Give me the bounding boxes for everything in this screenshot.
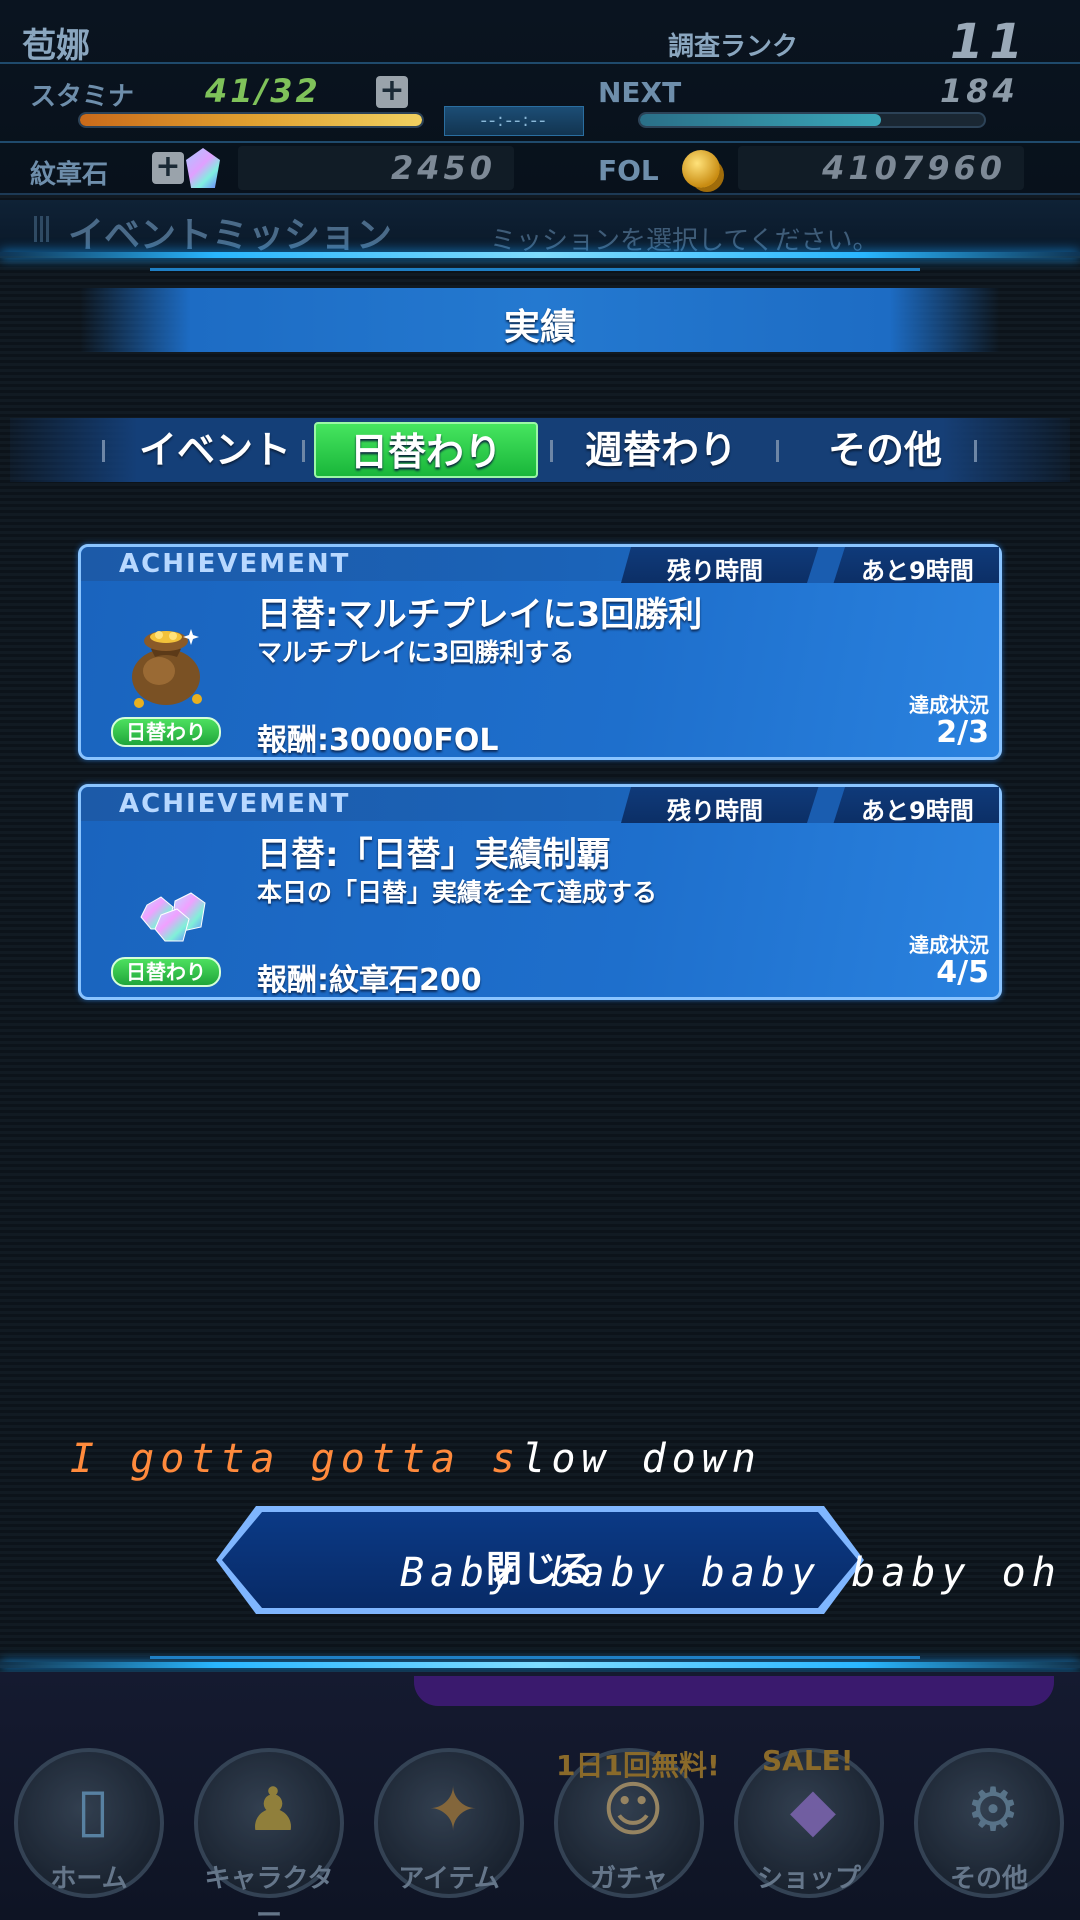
progress-value: 4/5 — [936, 955, 989, 990]
divider — [0, 1662, 1080, 1668]
divider — [0, 62, 1080, 64]
shop-gem-icon: ◆ — [789, 1775, 837, 1845]
lyric-caption: I gotta gotta slow down — [70, 1436, 762, 1482]
nav-banner — [414, 1676, 1054, 1706]
progress-label: 達成状況 — [909, 933, 989, 957]
achievement-card[interactable]: ACHIEVEMENT 残り時間 あと9時間 日替わり 日替:マルチプレイに3回… — [78, 544, 1002, 760]
nav-character[interactable]: ♟ キャラクター — [194, 1748, 344, 1920]
remaining-time-value: あと9時間 — [861, 797, 974, 825]
tab-separator — [102, 440, 105, 462]
item-bag-icon: ✦ — [427, 1775, 479, 1845]
section-title: 実績 — [503, 307, 576, 348]
home-door-icon: ▯ — [76, 1775, 110, 1845]
remaining-time-label: 残り時間 — [667, 797, 763, 825]
gold-bag-icon — [132, 629, 202, 708]
remaining-time-label: 残り時間 — [667, 557, 763, 585]
mission-title: イベントミッション — [68, 215, 393, 256]
crest-gem-icon — [186, 148, 220, 188]
crest-gem-icon — [140, 892, 206, 942]
status-header: 苞娜 調査ランク 11 スタミナ 41/32 + --:--:-- NEXT 1… — [0, 0, 1080, 195]
achievement-card[interactable]: ACHIEVEMENT 残り時間 あと9時間 日替わり 日替:「日替」実績制覇 … — [78, 784, 1002, 1000]
tab-separator — [302, 440, 305, 462]
divider — [150, 268, 920, 271]
daily-badge: 日替わり — [111, 957, 221, 987]
fol-value: 4107960 — [738, 146, 1024, 190]
mission-reward: 報酬:紋章石200 — [257, 963, 482, 998]
nav-label: キャラクター — [204, 1864, 334, 1920]
remaining-time-value: あと9時間 — [861, 557, 974, 585]
achievement-tag: ACHIEVEMENT — [119, 549, 351, 579]
nav-other[interactable]: ⚙ その他 — [914, 1748, 1064, 1898]
next-value: 184 — [940, 72, 1019, 110]
coin-icon — [682, 150, 720, 188]
tab-daily[interactable]: 日替わり — [314, 422, 538, 478]
nav-label: ホーム — [50, 1864, 128, 1894]
daily-badge: 日替わり — [111, 717, 221, 747]
stamina-timer: --:--:-- — [444, 106, 584, 136]
exp-bar-fill — [640, 114, 881, 126]
divider — [0, 141, 1080, 143]
nav-item[interactable]: ✦ アイテム — [374, 1748, 524, 1898]
nav-label: アイテム — [398, 1864, 500, 1894]
character-group-icon: ♟ — [246, 1775, 300, 1845]
stamina-bar — [78, 112, 424, 128]
mission-reward: 報酬:30000FOL — [257, 723, 499, 758]
event-mission-bar: イベントミッション ミッションを選択してください。 — [0, 200, 1080, 256]
progress-label: 達成状況 — [909, 693, 989, 717]
rank-value: 11 — [950, 14, 1029, 70]
stamina-bar-fill — [80, 114, 422, 126]
lyric-highlight: I gotta gotta s — [70, 1436, 522, 1482]
exp-bar — [638, 112, 986, 128]
nav-label: その他 — [949, 1864, 1028, 1894]
tab-separator — [776, 440, 779, 462]
rank-label: 調査ランク — [668, 32, 799, 62]
crest-value: 2450 — [238, 146, 514, 190]
progress-value: 2/3 — [936, 715, 989, 750]
crest-label: 紋章石 — [30, 160, 109, 190]
player-name: 苞娜 — [22, 26, 90, 66]
mission-description: 本日の「日替」実績を全て達成する — [257, 878, 658, 907]
lyric-rest: low down — [521, 1436, 762, 1482]
grip-icon — [34, 216, 52, 242]
fol-label: FOL — [598, 154, 659, 187]
stamina-plus-button[interactable]: + — [376, 76, 408, 108]
mission-title: 日替:マルチプレイに3回勝利 — [257, 595, 703, 635]
section-header: 実績 — [80, 288, 1000, 352]
nav-label: ガチャ — [590, 1864, 668, 1894]
tab-event[interactable]: イベント — [120, 422, 310, 478]
divider — [0, 252, 1080, 258]
divider — [150, 1656, 920, 1659]
tab-separator — [550, 440, 553, 462]
next-label: NEXT — [598, 76, 682, 109]
shop-sale-label: SALE! — [762, 1744, 854, 1777]
achievement-tag: ACHIEVEMENT — [119, 789, 351, 819]
mission-description: マルチプレイに3回勝利する — [257, 638, 575, 667]
tab-separator — [974, 440, 977, 462]
lyric-caption: Baby baby baby baby oh — [400, 1550, 1062, 1596]
settings-gear-icon: ⚙ — [966, 1775, 1020, 1845]
nav-label: ショップ — [756, 1864, 861, 1894]
mission-title: 日替:「日替」実績制覇 — [257, 835, 611, 875]
tab-weekly[interactable]: 週替わり — [566, 422, 756, 478]
nav-home[interactable]: ▯ ホーム — [14, 1748, 164, 1898]
stamina-label: スタミナ — [30, 82, 135, 112]
tab-other[interactable]: その他 — [790, 422, 980, 478]
crest-plus-button[interactable]: + — [152, 152, 184, 184]
gacha-promo-label: 1日1回無料! — [556, 1749, 720, 1782]
stamina-value: 41/32 — [205, 72, 321, 110]
tab-bar: イベント 日替わり 週替わり その他 — [10, 418, 1070, 482]
